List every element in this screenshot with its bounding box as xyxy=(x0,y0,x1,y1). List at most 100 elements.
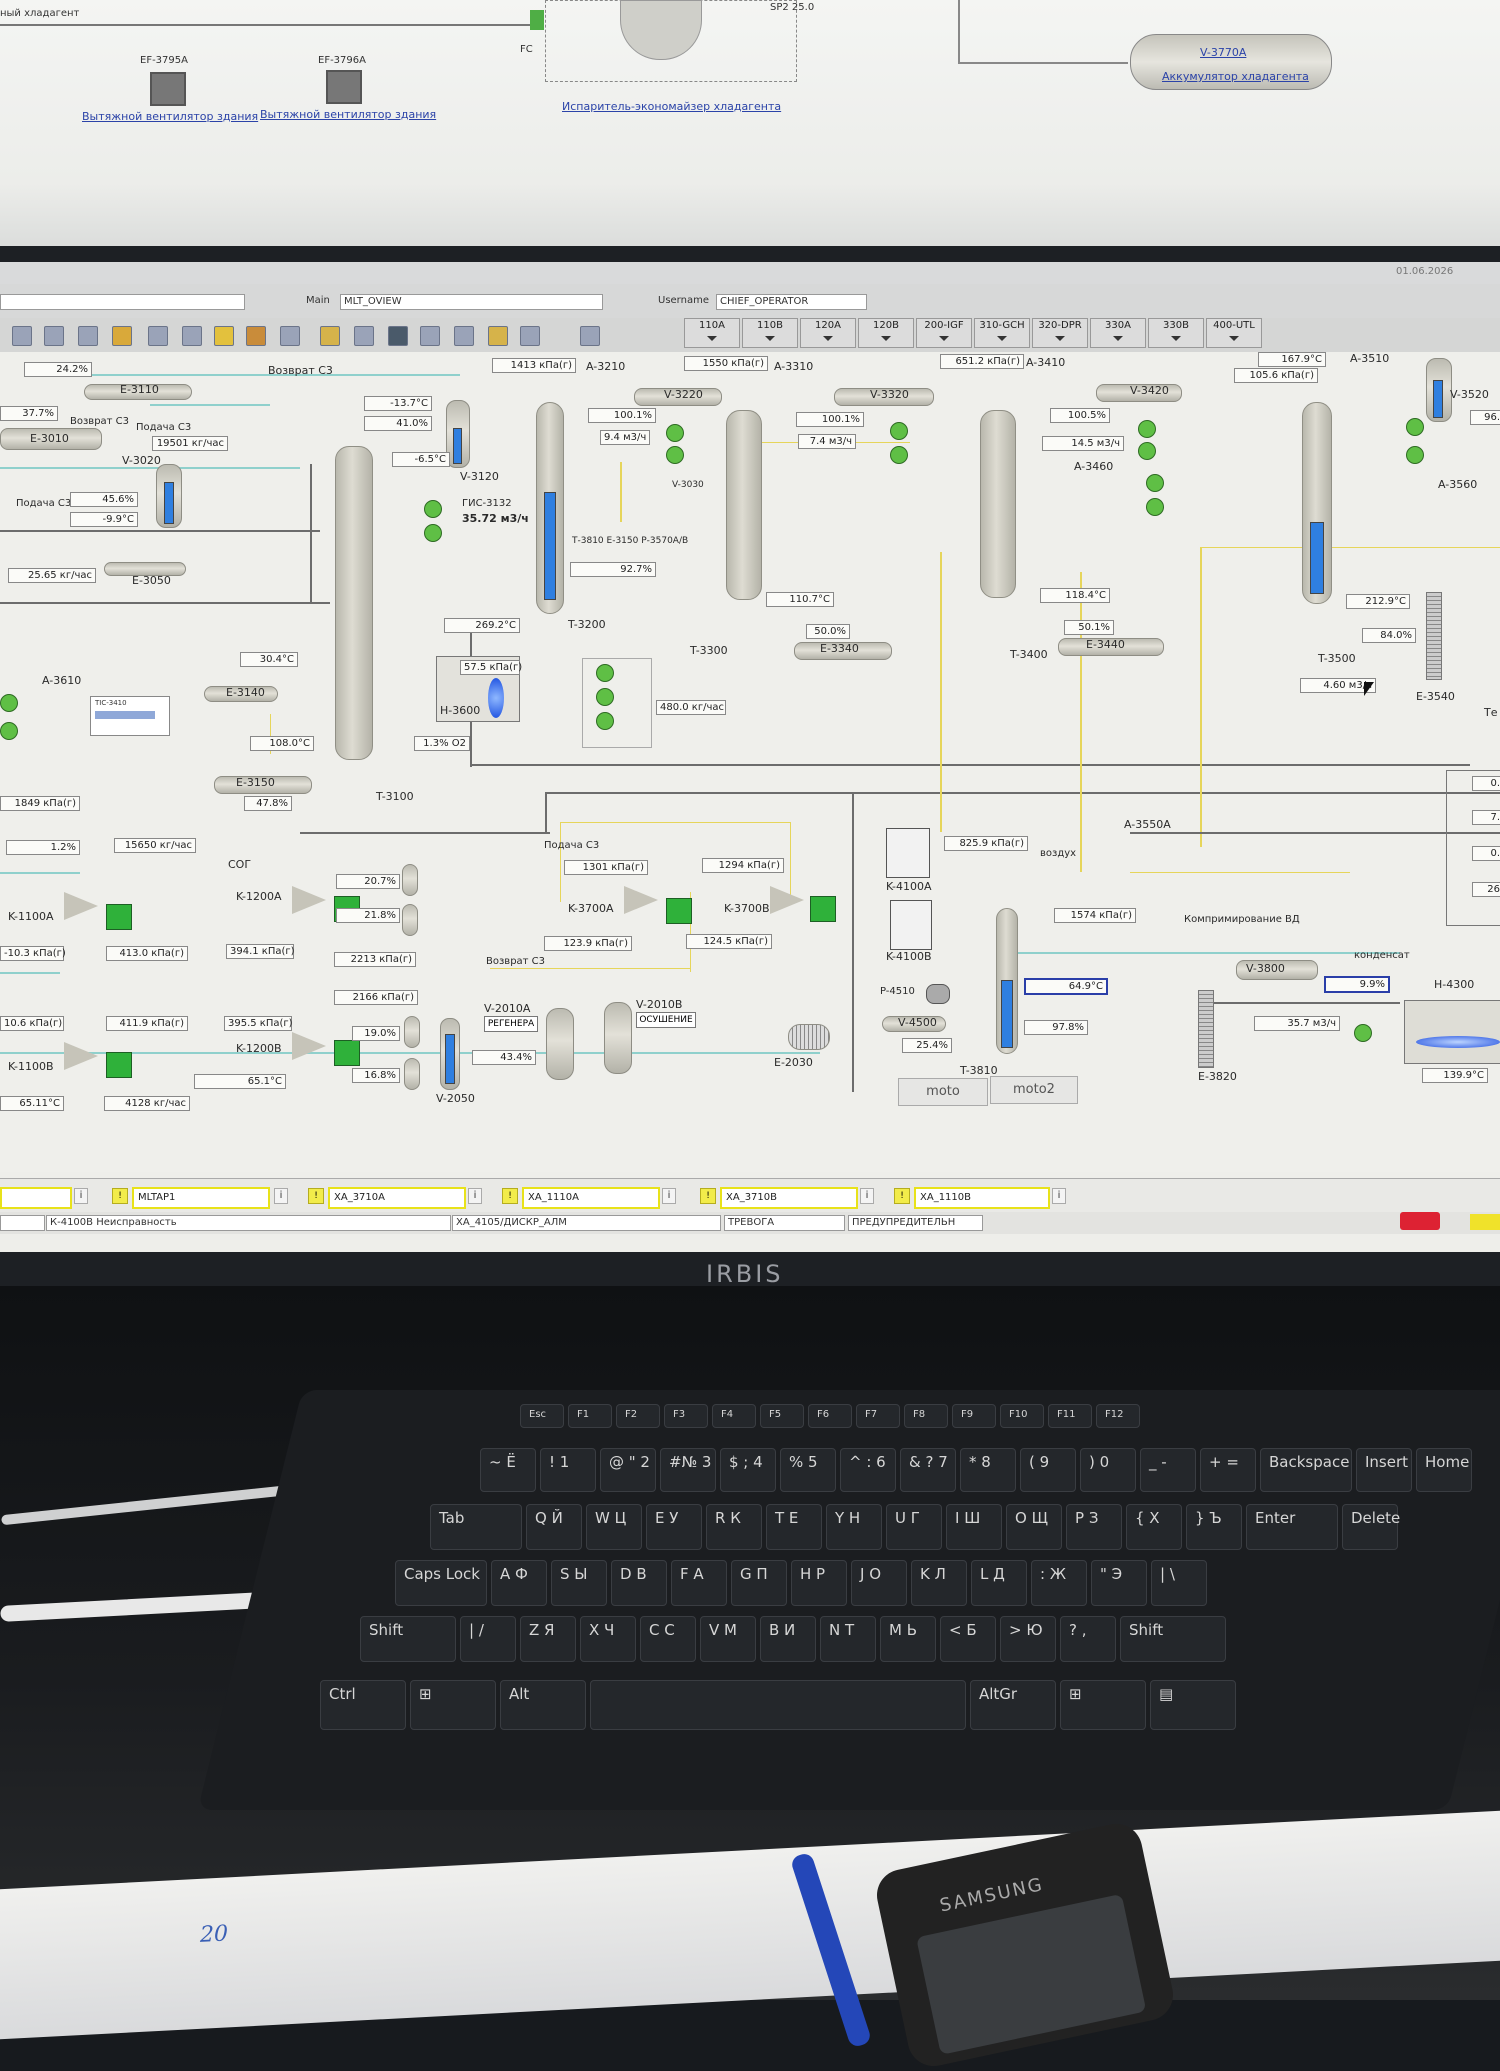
key[interactable]: * 8 xyxy=(960,1448,1016,1492)
key[interactable]: Shift xyxy=(360,1616,456,1662)
key[interactable]: ) 0 xyxy=(1080,1448,1136,1492)
key[interactable]: ! 1 xyxy=(540,1448,596,1492)
key[interactable]: < Б xyxy=(940,1616,996,1662)
key[interactable]: F4 xyxy=(712,1404,756,1428)
key[interactable]: Y Н xyxy=(826,1504,882,1550)
key-label: @ " 2 xyxy=(609,1453,650,1471)
tab-110b[interactable]: 110B xyxy=(742,318,798,348)
key-label: : Ж xyxy=(1040,1565,1066,1583)
key[interactable]: Caps Lock xyxy=(395,1560,487,1606)
key[interactable]: Esc xyxy=(520,1404,564,1428)
tab-330a[interactable]: 330A xyxy=(1090,318,1146,348)
tab-310-gch[interactable]: 310-GCH xyxy=(974,318,1030,348)
key[interactable]: AltGr xyxy=(970,1680,1056,1730)
tab-200-igf[interactable]: 200-IGF xyxy=(916,318,972,348)
key[interactable]: O Щ xyxy=(1006,1504,1062,1550)
key[interactable]: F10 xyxy=(1000,1404,1044,1428)
key[interactable]: F5 xyxy=(760,1404,804,1428)
key-label: * 8 xyxy=(969,1453,991,1471)
key[interactable]: : Ж xyxy=(1031,1560,1087,1606)
tab-400-utl[interactable]: 400-UTL xyxy=(1206,318,1262,348)
key[interactable]: C С xyxy=(640,1616,696,1662)
key[interactable]: > Ю xyxy=(1000,1616,1056,1662)
key[interactable]: _ - xyxy=(1140,1448,1196,1492)
key[interactable]: F А xyxy=(671,1560,727,1606)
key[interactable]: N Т xyxy=(820,1616,876,1662)
key[interactable]: Tab xyxy=(430,1504,522,1550)
key[interactable]: L Д xyxy=(971,1560,1027,1606)
key[interactable]: + = xyxy=(1200,1448,1256,1492)
key[interactable]: $ ; 4 xyxy=(720,1448,776,1492)
key[interactable]: K Л xyxy=(911,1560,967,1606)
tab-label: 110B xyxy=(757,320,783,331)
key-label: < Б xyxy=(949,1621,977,1639)
key[interactable]: ( 9 xyxy=(1020,1448,1076,1492)
key-label: % 5 xyxy=(789,1453,818,1471)
key-label: ~ Ё xyxy=(489,1453,516,1471)
key[interactable]: F1 xyxy=(568,1404,612,1428)
key[interactable]: | / xyxy=(460,1616,516,1662)
key[interactable]: M Ь xyxy=(880,1616,936,1662)
tab-label: 120A xyxy=(815,320,841,331)
key[interactable]: E У xyxy=(646,1504,702,1550)
key[interactable]: % 5 xyxy=(780,1448,836,1492)
key[interactable]: B И xyxy=(760,1616,816,1662)
key-label: S Ы xyxy=(560,1565,588,1583)
key-label: T Е xyxy=(775,1509,799,1527)
key[interactable]: J О xyxy=(851,1560,907,1606)
key[interactable] xyxy=(590,1680,966,1730)
key[interactable]: A Ф xyxy=(491,1560,547,1606)
key[interactable]: Home xyxy=(1416,1448,1472,1492)
tab-320-dpr[interactable]: 320-DPR xyxy=(1032,318,1088,348)
key[interactable]: F8 xyxy=(904,1404,948,1428)
tab-110a[interactable]: 110A xyxy=(684,318,740,348)
key[interactable]: F3 xyxy=(664,1404,708,1428)
key[interactable]: ^ : 6 xyxy=(840,1448,896,1492)
key[interactable]: | \ xyxy=(1151,1560,1207,1606)
key-label: F9 xyxy=(961,1409,974,1420)
key[interactable]: ~ Ё xyxy=(480,1448,536,1492)
tab-330b[interactable]: 330B xyxy=(1148,318,1204,348)
key[interactable]: Q Й xyxy=(526,1504,582,1550)
key[interactable]: @ " 2 xyxy=(600,1448,656,1492)
tab-120a[interactable]: 120A xyxy=(800,318,856,348)
key[interactable]: U Г xyxy=(886,1504,942,1550)
key[interactable]: Insert xyxy=(1356,1448,1412,1492)
key[interactable]: Backspace xyxy=(1260,1448,1352,1492)
key[interactable]: #№ 3 xyxy=(660,1448,716,1492)
key-label: AltGr xyxy=(979,1685,1018,1703)
key[interactable]: Z Я xyxy=(520,1616,576,1662)
key[interactable]: & ? 7 xyxy=(900,1448,956,1492)
key[interactable]: Ctrl xyxy=(320,1680,406,1730)
key[interactable]: F9 xyxy=(952,1404,996,1428)
key[interactable]: G П xyxy=(731,1560,787,1606)
key[interactable]: Enter xyxy=(1246,1504,1338,1550)
tab-120b[interactable]: 120B xyxy=(858,318,914,348)
key[interactable]: ? , xyxy=(1060,1616,1116,1662)
key[interactable]: X Ч xyxy=(580,1616,636,1662)
key[interactable]: F6 xyxy=(808,1404,852,1428)
key[interactable]: W Ц xyxy=(586,1504,642,1550)
key[interactable]: D В xyxy=(611,1560,667,1606)
key[interactable]: F12 xyxy=(1096,1404,1140,1428)
key[interactable]: ⊞ xyxy=(1060,1680,1146,1730)
key[interactable]: I Ш xyxy=(946,1504,1002,1550)
key[interactable]: F2 xyxy=(616,1404,660,1428)
key[interactable]: R К xyxy=(706,1504,762,1550)
key[interactable]: ⊞ xyxy=(410,1680,496,1730)
key[interactable]: { Х xyxy=(1126,1504,1182,1550)
key-label: L Д xyxy=(980,1565,1005,1583)
key[interactable]: S Ы xyxy=(551,1560,607,1606)
key[interactable]: V М xyxy=(700,1616,756,1662)
key[interactable]: T Е xyxy=(766,1504,822,1550)
key[interactable]: Delete xyxy=(1342,1504,1400,1550)
key[interactable]: H Р xyxy=(791,1560,847,1606)
key[interactable]: " Э xyxy=(1091,1560,1147,1606)
key[interactable]: F11 xyxy=(1048,1404,1092,1428)
key[interactable]: } Ъ xyxy=(1186,1504,1242,1550)
key[interactable]: P З xyxy=(1066,1504,1122,1550)
key[interactable]: ▤ xyxy=(1150,1680,1236,1730)
key[interactable]: Shift xyxy=(1120,1616,1226,1662)
key[interactable]: F7 xyxy=(856,1404,900,1428)
key[interactable]: Alt xyxy=(500,1680,586,1730)
